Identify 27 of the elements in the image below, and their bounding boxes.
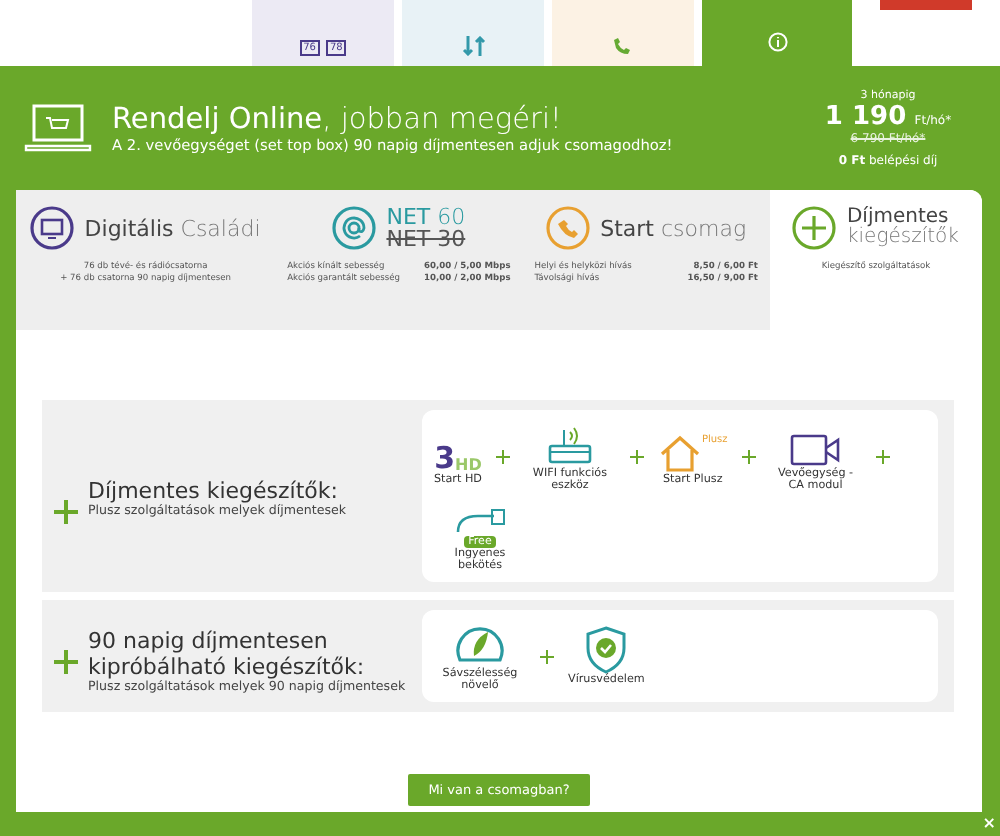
section-title: 90 napig díjmentesen kipróbálható kiegészítők: bbox=[88, 630, 367, 680]
plus-icon bbox=[495, 449, 510, 463]
plus-icon bbox=[540, 649, 554, 663]
plus-icon bbox=[54, 500, 78, 524]
tab-title: NET 60 bbox=[386, 206, 466, 228]
shield-check-icon bbox=[584, 626, 629, 674]
promo-title: Rendelj Online, jobban megéri! bbox=[112, 103, 564, 135]
tab-title: Díjmentes kiegészítők bbox=[846, 208, 959, 248]
hd-logo: 3HD bbox=[434, 444, 482, 474]
plus-icon bbox=[741, 449, 756, 463]
video-camera-icon bbox=[789, 432, 842, 468]
plus-icon bbox=[629, 449, 644, 463]
plus-icon bbox=[875, 449, 890, 463]
section-title: Díjmentes kiegészítők: bbox=[88, 480, 340, 504]
tab-title: Digitális Családi bbox=[84, 217, 261, 239]
arrows-icon bbox=[461, 36, 485, 56]
tv-icon bbox=[30, 206, 75, 250]
plus-icon bbox=[54, 650, 78, 675]
phone-icon bbox=[546, 206, 591, 250]
plus-circle-icon bbox=[792, 206, 837, 250]
tab-title: Start csomag bbox=[600, 217, 747, 239]
laptop-cart-icon bbox=[24, 102, 92, 154]
router-icon bbox=[543, 424, 596, 468]
at-sign-icon bbox=[332, 206, 377, 250]
old-tab-title: NET 30 bbox=[386, 228, 466, 250]
info-icon[interactable] bbox=[767, 32, 787, 52]
phone-icon bbox=[613, 36, 633, 56]
